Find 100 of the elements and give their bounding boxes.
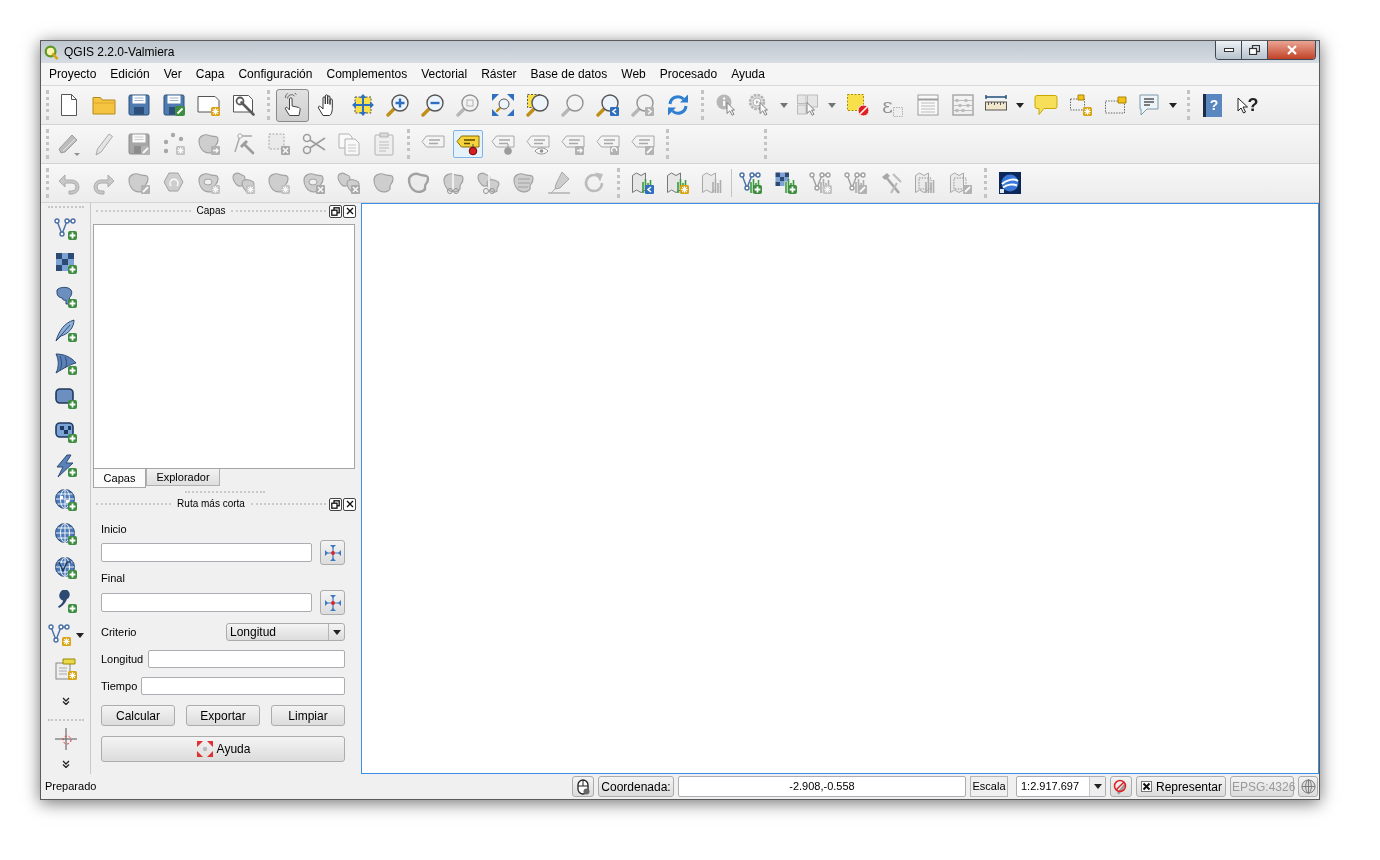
coordinate-mode-button[interactable]: Coordenada: [598, 776, 674, 797]
globe-plus-icon[interactable] [53, 521, 78, 546]
coordinate-toggle-button[interactable] [572, 776, 594, 797]
zoom-in-icon[interactable] [385, 93, 410, 117]
rounded-checker-plus-icon[interactable] [53, 420, 78, 445]
scale-combobox[interactable]: 1:2.917.697 [1016, 776, 1106, 797]
menu-item[interactable]: Procesado [652, 64, 725, 84]
end-point-field[interactable] [101, 593, 312, 612]
checker-plus-icon[interactable] [53, 250, 78, 275]
minimize-button[interactable] [1216, 41, 1242, 59]
vector-line-gear-icon[interactable] [47, 623, 72, 648]
capture-point-button[interactable] [320, 540, 345, 565]
caret-icon[interactable] [1093, 784, 1102, 789]
caret-icon[interactable] [332, 629, 341, 635]
help-button[interactable]: Ayuda [101, 736, 345, 762]
magnifier-back-icon[interactable] [595, 93, 620, 117]
restore-icon [331, 499, 340, 509]
lightning-plus-icon[interactable] [53, 454, 78, 479]
status-message: Preparado [45, 779, 97, 795]
start-point-field[interactable] [101, 543, 312, 562]
vector-grass-plus-icon[interactable] [738, 171, 763, 195]
restore-icon [331, 206, 340, 216]
start-label: Inicio [101, 522, 127, 536]
double-chevron-icon[interactable] [61, 759, 70, 768]
globe-swirl-icon[interactable] [997, 171, 1022, 195]
bookmark-star-icon[interactable] [1068, 93, 1093, 117]
panel-tab[interactable]: Explorador [146, 469, 220, 486]
zoom-out-icon[interactable] [420, 93, 445, 117]
menu-item[interactable]: Ráster [474, 64, 524, 84]
crs-globe-button[interactable] [1298, 776, 1318, 797]
length-field[interactable] [148, 650, 345, 668]
magnifier-selection-icon[interactable] [525, 93, 550, 117]
menu-item[interactable]: Complementos [319, 64, 415, 84]
menu-item[interactable]: Ver [156, 64, 189, 84]
globe-grid-plus-icon[interactable] [53, 487, 78, 512]
float-button[interactable] [329, 204, 342, 218]
criterion-select[interactable]: Longitud [226, 623, 345, 641]
move-arrows-icon[interactable] [350, 93, 375, 117]
time-field[interactable] [141, 677, 345, 695]
mouse-icon [575, 778, 591, 795]
speech-bubble-icon[interactable] [1033, 93, 1058, 117]
restore-icon [1249, 45, 1260, 55]
capture-point-button[interactable] [320, 590, 345, 615]
panel-tab[interactable]: Capas [93, 469, 146, 488]
square-forbidden-icon[interactable] [845, 93, 870, 117]
dock-title: Ruta más corta [176, 499, 246, 509]
page-wrench-icon[interactable] [231, 93, 256, 117]
rotation-button[interactable] [1110, 776, 1132, 797]
elephant-plus-icon[interactable] [53, 284, 78, 309]
feather-plus-icon[interactable] [53, 318, 78, 343]
caret-icon[interactable] [75, 632, 84, 638]
rounded-square-plus-icon[interactable] [53, 386, 78, 411]
close-icon [1285, 45, 1298, 55]
coordinate-field[interactable]: -2.908,-0.558 [678, 776, 966, 797]
action-button[interactable]: Exportar [186, 705, 260, 726]
crosshair-icon[interactable] [53, 727, 78, 751]
map-grass-gear-icon[interactable] [665, 171, 690, 195]
floppy-disk-pencil-icon[interactable] [161, 93, 186, 117]
bookmark-icon[interactable] [1103, 93, 1128, 117]
table-gear-icon[interactable] [53, 657, 78, 682]
globe-icon [1300, 779, 1316, 794]
menu-item[interactable]: Configuración [231, 64, 320, 84]
globe-vector-plus-icon[interactable] [53, 555, 78, 580]
menu-item[interactable]: Web [614, 64, 653, 84]
speech-bubble-lines-icon[interactable] [1137, 93, 1161, 117]
menu-item[interactable]: Edición [103, 64, 157, 84]
magnifier-arrows-icon[interactable] [490, 93, 515, 117]
checker-grass-plus-icon[interactable] [773, 171, 798, 195]
help-button[interactable]: ? [1203, 93, 1222, 117]
criterion-label: Criterio [101, 624, 137, 640]
dashed-square-icon [892, 107, 903, 117]
menu-item[interactable]: Proyecto [42, 64, 104, 84]
vector-line-plus-icon[interactable] [53, 216, 78, 241]
brush-forbidden-icon [1113, 778, 1129, 795]
whats-this-button[interactable]: ? [1236, 93, 1259, 117]
action-button[interactable]: Limpiar [271, 705, 345, 726]
refresh-icon[interactable] [665, 93, 690, 117]
window-title: QGIS 2.2.0-Valmiera [64, 44, 175, 61]
action-button[interactable]: Calcular [101, 705, 175, 726]
caret-icon[interactable] [1169, 102, 1177, 108]
menu-item[interactable]: Capa [188, 64, 232, 84]
restore-button[interactable] [1242, 41, 1268, 59]
scale-label: Escala [970, 776, 1008, 797]
close-button[interactable] [343, 204, 356, 218]
close-button[interactable] [343, 497, 356, 511]
menu-item[interactable]: Vectorial [414, 64, 475, 84]
close-icon [345, 500, 354, 508]
time-label: Tiempo [101, 678, 138, 694]
close-icon [345, 207, 354, 215]
page-star-icon[interactable] [196, 93, 221, 117]
float-button[interactable] [329, 497, 342, 511]
menu-item[interactable]: Base de datos [523, 64, 615, 84]
map-grass-icon[interactable] [630, 171, 655, 195]
cursor-arrow-icon [1236, 96, 1248, 114]
sail-plus-icon[interactable] [53, 352, 78, 377]
crosshair-arrows-icon [323, 543, 342, 562]
menu-item[interactable]: Ayuda [724, 64, 772, 84]
double-chevron-icon[interactable] [61, 697, 70, 706]
render-checkbox[interactable]: Representar [1136, 776, 1226, 797]
caret-icon[interactable] [1016, 102, 1024, 108]
